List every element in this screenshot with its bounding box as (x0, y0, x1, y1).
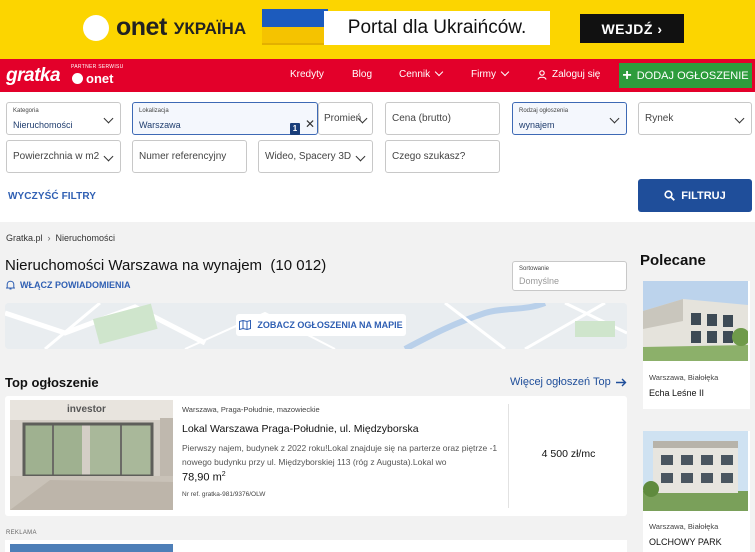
search-query-input[interactable]: Czego szukasz? (385, 140, 500, 173)
search-icon (664, 190, 676, 201)
recommended-photo[interactable] (643, 281, 748, 361)
recommended-card[interactable]: Warszawa, Białołęka OLCHOWY PARK (643, 431, 750, 552)
add-listing-button[interactable]: + DODAJ OGŁOSZENIE (619, 63, 752, 88)
clear-location-icon[interactable]: ✕ (305, 118, 315, 130)
location-input[interactable]: Lokalizacja Warszawa 1 ✕ (132, 102, 318, 135)
top-listing-heading: Top ogłoszenie (5, 375, 99, 390)
recommended-location: Warszawa, Białołęka (649, 522, 719, 531)
investor-logo: investor (67, 404, 106, 415)
filter-button[interactable]: FILTRUJ (638, 179, 752, 212)
breadcrumb-real-estate[interactable]: Nieruchomości (56, 233, 116, 243)
filter-panel: Kategoria Nieruchomości Lokalizacja Wars… (0, 92, 755, 222)
login-label: Zaloguj się (552, 69, 601, 80)
show-on-map-button[interactable]: ZOBACZ OGŁOSZENIA NA MAPIE (236, 314, 406, 336)
recommended-name[interactable]: Echa Leśne II (649, 388, 704, 398)
top-banner-ad[interactable]: onet УКРАЇНА Portal dla Ukraińców. WEJDŹ… (0, 0, 755, 59)
nav-link-kredyty[interactable]: Kredyty (290, 69, 324, 80)
price-input[interactable]: Cena (brutto) (385, 102, 500, 135)
listing-area: 78,90 m2 (182, 471, 226, 484)
listing-description: Pierwszy najem, budynek z 2022 roku!Loka… (182, 443, 498, 467)
listing-photo[interactable]: investor (10, 400, 173, 510)
plus-icon: + (622, 66, 632, 84)
show-on-map-label: ZOBACZ OGŁOSZENIA NA MAPIE (257, 320, 403, 330)
filter-button-label: FILTRUJ (681, 189, 726, 202)
radius-select[interactable]: Promień (318, 102, 373, 135)
category-select[interactable]: Kategoria Nieruchomości (6, 102, 121, 135)
onet-partner-logo: onet (72, 71, 113, 86)
divider (508, 404, 509, 508)
recommended-location: Warszawa, Białołęka (649, 373, 719, 382)
area-select[interactable]: Powierzchnia w m2 (6, 140, 121, 173)
listing-price: 4 500 zł/mc (541, 448, 596, 460)
more-top-listings-link[interactable]: Więcej ogłoszeń Top (510, 376, 627, 388)
banner-enter-button[interactable]: WEJDŹ › (580, 14, 684, 43)
page-title: Nieruchomości Warszawa na wynajem (10 01… (5, 257, 327, 274)
arrow-right-icon (615, 378, 627, 386)
onet-ukraina-logo: onet УКРАЇНА (83, 13, 246, 42)
recommended-photo[interactable] (643, 431, 748, 511)
add-listing-label: DODAJ OGŁOSZENIE (636, 69, 749, 82)
listing-photo[interactable] (10, 544, 173, 552)
recommended-card[interactable]: Warszawa, Białołęka Echa Leśne II (643, 281, 750, 409)
partner-label: PARTNER SERWISU (71, 64, 124, 70)
listing-ref-number: Nr ref. gratka-981/9376/OLW (182, 491, 266, 498)
nav-link-firmy[interactable]: Firmy (471, 69, 508, 80)
breadcrumb-home[interactable]: Gratka.pl (6, 233, 43, 243)
map-icon (239, 320, 252, 330)
ref-number-input[interactable]: Numer referencyjny (132, 140, 247, 173)
video-select[interactable]: Wideo, Spacery 3D (258, 140, 373, 173)
onet-wordmark: onet (116, 13, 167, 41)
nav-link-cennik[interactable]: Cennik (399, 69, 442, 80)
chevron-down-icon (609, 113, 620, 124)
chevron-down-icon (734, 113, 745, 124)
listing-title[interactable]: Lokal Warszawa Praga-Południe, ul. Międz… (182, 423, 419, 435)
gratka-logo[interactable]: gratka (6, 65, 61, 87)
listing-card[interactable] (5, 540, 627, 552)
listing-location: Warszawa, Praga-Południe, mazowieckie (182, 405, 320, 414)
ad-label: REKLAMA (6, 530, 37, 536)
enable-notifications-link[interactable]: WŁĄCZ POWIADOMIENIA (6, 280, 131, 290)
ukraina-wordmark: УКРАЇНА (173, 19, 247, 38)
portal-text: Portal dla Ukraińców. (324, 11, 550, 45)
breadcrumb: Gratka.pl › Nieruchomości (6, 233, 116, 243)
recommended-name[interactable]: OLCHOWY PARK (649, 537, 722, 547)
ukraine-flag-image (262, 9, 328, 45)
enable-notifications-label: WŁĄCZ POWIADOMIENIA (20, 280, 131, 290)
bell-icon (6, 280, 15, 290)
location-count-badge: 1 (290, 123, 300, 135)
nav-link-blog[interactable]: Blog (352, 69, 372, 80)
chevron-down-icon (103, 151, 114, 162)
listing-card[interactable]: investor Warszawa, Praga-Południe, mazow… (5, 396, 627, 516)
map-preview[interactable]: ZOBACZ OGŁOSZENIA NA MAPIE (5, 303, 627, 349)
sort-select[interactable]: Sortowanie Domyślne (512, 261, 627, 291)
clear-filters-link[interactable]: WYCZYŚĆ FILTRY (8, 191, 96, 202)
chevron-down-icon (355, 151, 366, 162)
recommended-heading: Polecane (640, 252, 706, 269)
offer-type-select[interactable]: Rodzaj ogłoszenia wynajem (512, 102, 627, 135)
login-link[interactable]: Zaloguj się (537, 69, 600, 80)
chevron-down-icon (103, 113, 114, 124)
market-select[interactable]: Rynek (638, 102, 752, 135)
user-icon (537, 69, 547, 80)
